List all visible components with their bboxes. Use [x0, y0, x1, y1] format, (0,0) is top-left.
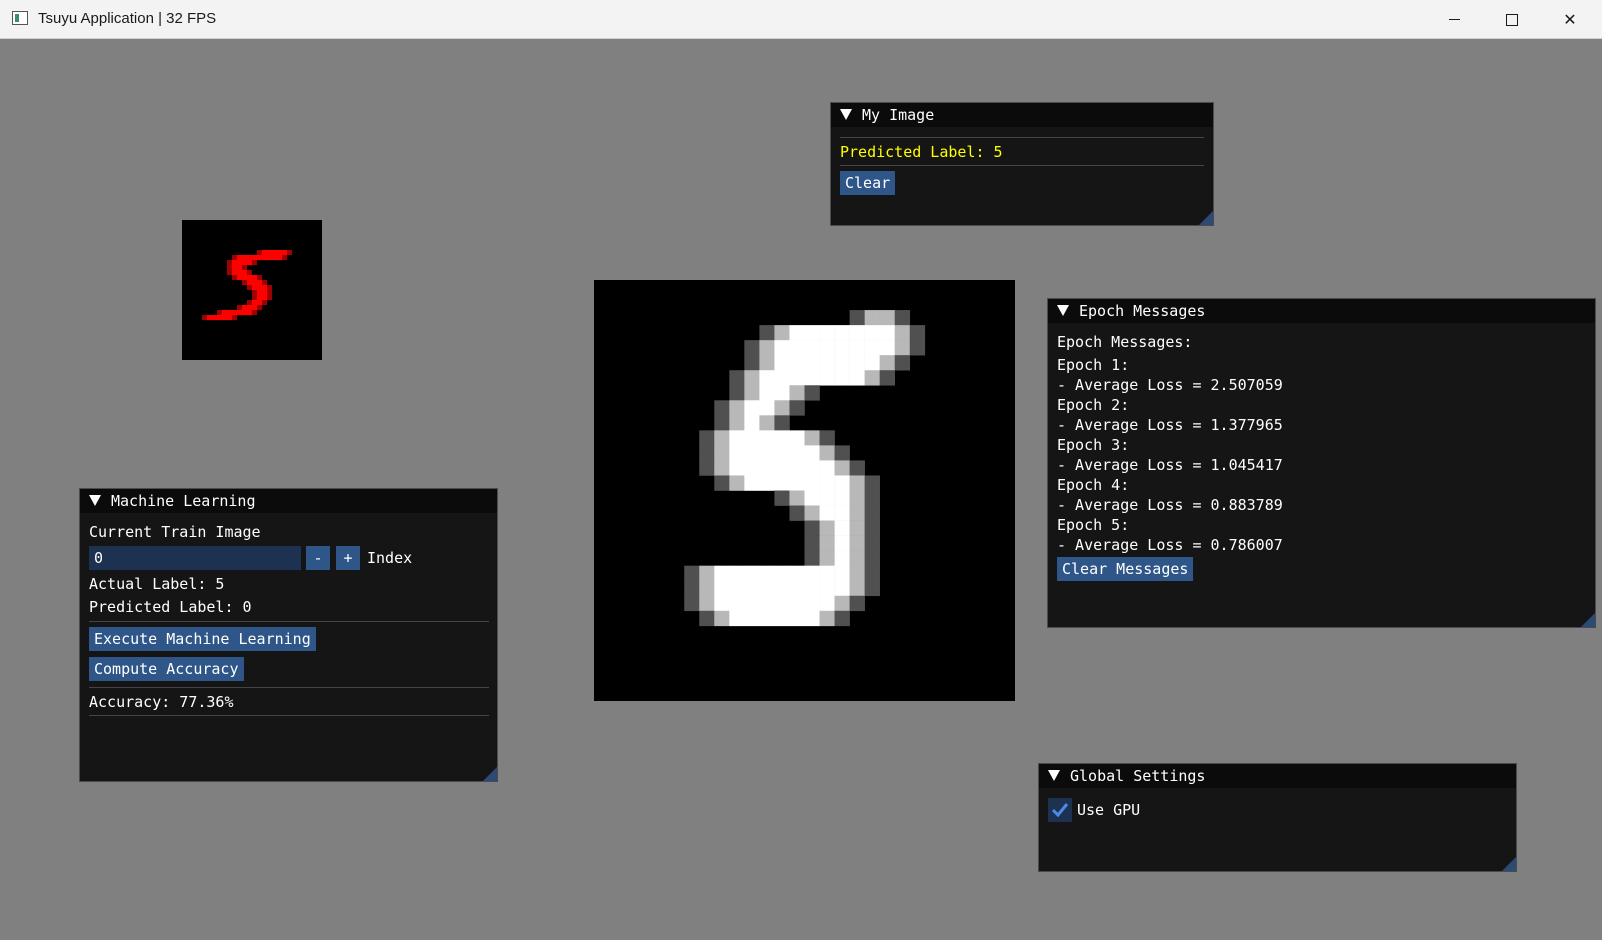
divider [89, 687, 489, 688]
epoch-label: Epoch 1: [1057, 356, 1130, 374]
global-settings-header[interactable]: Global Settings [1039, 764, 1516, 788]
close-window-button[interactable]: ✕ [1541, 0, 1599, 39]
panel-title: Machine Learning [111, 492, 256, 510]
resize-grip-icon[interactable] [1581, 613, 1595, 627]
clear-button[interactable]: Clear [840, 171, 896, 195]
use-gpu-label: Use GPU [1077, 801, 1141, 819]
train-image-preview [182, 220, 322, 360]
resize-grip-icon[interactable] [483, 767, 497, 781]
index-label: Index [367, 549, 413, 567]
minimize-icon [1448, 19, 1460, 20]
epoch-messages-panel: Epoch Messages Epoch Messages: Epoch 1: … [1047, 298, 1596, 628]
resize-grip-icon[interactable] [1502, 857, 1516, 871]
collapse-arrow-icon[interactable] [1057, 305, 1069, 316]
divider [840, 137, 1204, 138]
minimize-button[interactable] [1425, 0, 1483, 39]
divider [89, 621, 489, 622]
decrement-button[interactable]: - [306, 546, 330, 570]
panel-title: My Image [862, 106, 935, 124]
epoch-messages-heading: Epoch Messages: [1057, 333, 1193, 351]
maximize-icon [1506, 13, 1518, 26]
epoch-messages-header[interactable]: Epoch Messages [1048, 299, 1595, 323]
checkmark-icon [1051, 803, 1069, 818]
execute-machine-learning-button[interactable]: Execute Machine Learning [89, 627, 316, 651]
panel-title: Epoch Messages [1079, 302, 1206, 320]
global-settings-panel: Global Settings Use GPU [1038, 763, 1517, 872]
actual-label: Actual Label: 5 [89, 575, 225, 593]
epoch-loss: - Average Loss = 0.883789 [1057, 496, 1283, 514]
divider [840, 165, 1204, 166]
divider [89, 715, 489, 716]
drawn-digit-svg [684, 310, 926, 627]
epoch-label: Epoch 4: [1057, 476, 1130, 494]
app-icon [12, 11, 28, 25]
epoch-loss: - Average Loss = 1.045417 [1057, 456, 1283, 474]
epoch-loss: - Average Loss = 0.786007 [1057, 536, 1283, 554]
epoch-loss: - Average Loss = 2.507059 [1057, 376, 1283, 394]
drawing-canvas[interactable] [594, 280, 1015, 701]
my-image-header[interactable]: My Image [831, 103, 1213, 127]
collapse-arrow-icon[interactable] [840, 109, 852, 120]
maximize-button[interactable] [1483, 0, 1541, 39]
accuracy-text: Accuracy: 77.36% [89, 693, 234, 711]
epoch-label: Epoch 3: [1057, 436, 1130, 454]
machine-learning-panel: Machine Learning Current Train Image 0 -… [79, 488, 498, 782]
epoch-label: Epoch 2: [1057, 396, 1130, 414]
my-image-panel: My Image Predicted Label: 5 Clear [830, 102, 1214, 226]
clear-messages-button[interactable]: Clear Messages [1057, 557, 1194, 581]
my-image-predicted-label: Predicted Label: 5 [840, 143, 1003, 161]
window-title: Tsuyu Application | 32 FPS [38, 10, 217, 27]
compute-accuracy-button[interactable]: Compute Accuracy [89, 657, 244, 681]
resize-grip-icon[interactable] [1199, 211, 1213, 225]
current-train-image-label: Current Train Image [89, 523, 261, 541]
increment-button[interactable]: + [336, 546, 360, 570]
collapse-arrow-icon[interactable] [1048, 770, 1060, 781]
index-input[interactable]: 0 [89, 546, 301, 570]
panel-title: Global Settings [1070, 767, 1206, 785]
use-gpu-checkbox[interactable] [1048, 798, 1072, 822]
train-digit-svg [202, 250, 293, 321]
machine-learning-header[interactable]: Machine Learning [80, 489, 497, 513]
predicted-label: Predicted Label: 0 [89, 598, 252, 616]
epoch-label: Epoch 5: [1057, 516, 1130, 534]
collapse-arrow-icon[interactable] [89, 495, 101, 506]
title-bar: Tsuyu Application | 32 FPS ✕ [0, 0, 1602, 39]
close-icon: ✕ [1563, 10, 1577, 29]
epoch-loss: - Average Loss = 1.377965 [1057, 416, 1283, 434]
